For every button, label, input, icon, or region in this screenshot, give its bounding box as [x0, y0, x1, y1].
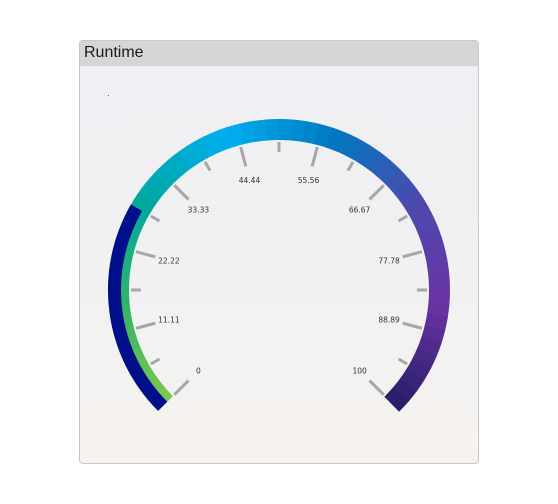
- tick-label: 77.78: [378, 256, 400, 265]
- major-tick: [310, 146, 319, 167]
- minor-tick: [397, 357, 408, 366]
- major-tick: [173, 184, 190, 201]
- minor-tick: [150, 357, 161, 366]
- major-tick: [368, 184, 385, 201]
- minor-tick: [203, 161, 212, 172]
- tick-label: 55.56: [298, 176, 320, 185]
- minor-tick: [150, 214, 161, 223]
- gauge-band-segment: [428, 276, 450, 292]
- tick-label: 100: [352, 367, 367, 376]
- minor-tick: [397, 214, 408, 223]
- major-tick: [173, 379, 190, 396]
- major-tick: [402, 321, 423, 330]
- tick-label: 33.33: [188, 205, 210, 214]
- tick-label: 66.67: [349, 205, 371, 214]
- gauge-band-segment: [265, 119, 281, 141]
- major-tick: [239, 146, 248, 167]
- tick-label: 22.22: [158, 256, 180, 265]
- runtime-gauge: 0 11.11 22.22 33.33 44.44 55.56 66.67 77.78 88.8…: [107, 119, 450, 412]
- major-tick: [135, 321, 156, 330]
- major-tick: [135, 250, 156, 259]
- major-tick: [402, 250, 423, 259]
- major-tick: [368, 379, 385, 396]
- tick-label: 88.89: [378, 316, 400, 325]
- tick-label: 0: [196, 367, 201, 376]
- tick-label: 44.44: [239, 176, 261, 185]
- minor-tick: [346, 161, 355, 172]
- tick-label: 11.11: [158, 316, 180, 325]
- gauge-tick-labels: 0 11.11 22.22 33.33 44.44 55.56 66.67 77.78 88.8…: [158, 176, 400, 376]
